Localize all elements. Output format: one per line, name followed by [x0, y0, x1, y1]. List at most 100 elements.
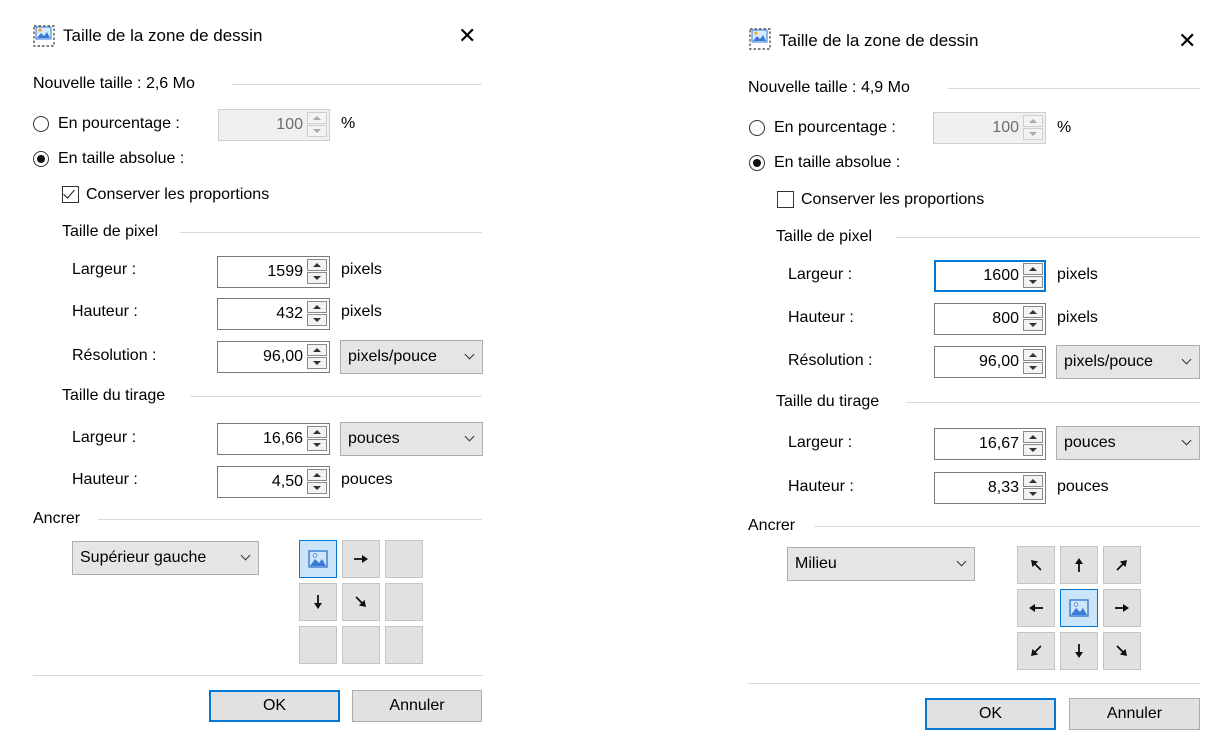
resolution-stepper[interactable]: 96,00 — [934, 346, 1046, 378]
pixel-height-stepper[interactable]: 432 — [217, 298, 330, 330]
anchor-cell[interactable] — [299, 583, 337, 621]
print-height-label: Hauteur : — [72, 471, 138, 488]
pixel-height-label: Hauteur : — [788, 309, 854, 326]
anchor-select[interactable]: Milieu — [787, 547, 975, 581]
print-height-label: Hauteur : — [788, 478, 854, 495]
anchor-cell[interactable] — [342, 626, 380, 664]
anchor-cell[interactable] — [385, 540, 423, 578]
anchor-cell[interactable] — [299, 626, 337, 664]
stepper-up-icon — [1023, 115, 1043, 127]
arrow-down-left-icon — [1026, 641, 1046, 661]
print-width-stepper[interactable]: 16,66 — [217, 423, 330, 455]
separator — [232, 84, 482, 85]
stepper-up-icon[interactable] — [1023, 431, 1043, 443]
keep-ratio-checkbox[interactable] — [62, 186, 79, 203]
stepper-up-icon[interactable] — [1023, 349, 1043, 361]
stepper-down-icon[interactable] — [1023, 276, 1043, 288]
image-anchor-icon — [306, 547, 330, 571]
anchor-cell[interactable] — [1017, 589, 1055, 627]
anchor-cell[interactable] — [342, 540, 380, 578]
close-icon[interactable]: ✕ — [1178, 30, 1196, 52]
print-size-group-label: Taille du tirage — [62, 387, 166, 404]
arrow-down-right-icon — [1112, 641, 1132, 661]
stepper-down-icon[interactable] — [1023, 319, 1043, 331]
pixel-width-stepper[interactable]: 1599 — [217, 256, 330, 288]
print-width-label: Largeur : — [72, 429, 137, 446]
chevron-down-icon — [464, 349, 475, 360]
arrow-up-right-icon — [1112, 555, 1132, 575]
anchor-cell[interactable] — [299, 540, 337, 578]
dialog-title: Taille de la zone de dessin — [779, 31, 979, 50]
new-size-label: Nouvelle taille : 2,6 Mo — [33, 75, 195, 92]
arrow-up-icon — [1069, 555, 1089, 575]
percentage-value: 100 — [992, 119, 1019, 136]
pixel-height-value: 800 — [992, 310, 1019, 327]
close-icon[interactable]: ✕ — [458, 25, 476, 47]
print-unit-select[interactable]: pouces — [340, 422, 483, 456]
print-height-stepper[interactable]: 4,50 — [217, 466, 330, 498]
chevron-down-icon — [240, 550, 251, 561]
stepper-up-icon[interactable] — [1023, 306, 1043, 318]
stepper-up-icon[interactable] — [307, 426, 327, 438]
pixel-width-label: Largeur : — [788, 266, 853, 283]
percentage-radio[interactable] — [749, 120, 765, 136]
keep-ratio-checkbox[interactable] — [777, 191, 794, 208]
print-width-label: Largeur : — [788, 434, 853, 451]
canvas-size-app-icon — [33, 25, 55, 47]
stepper-up-icon[interactable] — [307, 301, 327, 313]
percentage-radio[interactable] — [33, 116, 49, 132]
anchor-cell[interactable] — [1017, 546, 1055, 584]
anchor-cell[interactable] — [1060, 546, 1098, 584]
resolution-stepper[interactable]: 96,00 — [217, 341, 330, 373]
absolute-size-radio[interactable] — [33, 151, 49, 167]
stepper-down-icon[interactable] — [307, 482, 327, 494]
anchor-cell[interactable] — [1103, 546, 1141, 584]
separator — [948, 88, 1200, 89]
stepper-up-icon[interactable] — [307, 344, 327, 356]
anchor-cell[interactable] — [385, 583, 423, 621]
anchor-select[interactable]: Supérieur gauche — [72, 541, 259, 575]
new-size-label: Nouvelle taille : 4,9 Mo — [748, 79, 910, 96]
stepper-down-icon[interactable] — [1023, 362, 1043, 374]
stepper-down-icon[interactable] — [307, 439, 327, 451]
anchor-cell[interactable] — [1103, 589, 1141, 627]
pixel-width-stepper[interactable]: 1600 — [934, 260, 1046, 292]
chevron-down-icon — [1181, 354, 1192, 365]
arrow-right-icon — [351, 549, 371, 569]
print-unit-select[interactable]: pouces — [1056, 426, 1200, 460]
absolute-size-radio-label: En taille absolue : — [58, 150, 185, 167]
absolute-size-radio[interactable] — [749, 155, 765, 171]
cancel-button[interactable]: Annuler — [352, 690, 482, 722]
anchor-cell[interactable] — [1103, 632, 1141, 670]
print-width-stepper[interactable]: 16,67 — [934, 428, 1046, 460]
pixel-width-value: 1600 — [983, 267, 1019, 284]
stepper-down-icon[interactable] — [1023, 444, 1043, 456]
anchor-cell[interactable] — [342, 583, 380, 621]
stepper-down-icon[interactable] — [307, 314, 327, 326]
resolution-unit-select[interactable]: pixels/pouce — [1056, 345, 1200, 379]
print-height-stepper[interactable]: 8,33 — [934, 472, 1046, 504]
pixel-width-value: 1599 — [267, 263, 303, 280]
resolution-unit-select[interactable]: pixels/pouce — [340, 340, 483, 374]
anchor-cell[interactable] — [1060, 589, 1098, 627]
print-height-value: 4,50 — [271, 473, 303, 490]
cancel-button[interactable]: Annuler — [1069, 698, 1200, 730]
separator — [33, 675, 483, 676]
stepper-down-icon[interactable] — [307, 272, 327, 284]
separator — [190, 396, 482, 397]
stepper-down-icon[interactable] — [307, 357, 327, 369]
stepper-up-icon[interactable] — [307, 469, 327, 481]
canvas-size-dialog-left: Taille de la zone de dessin ✕ Nouvelle t… — [0, 0, 500, 740]
anchor-cell[interactable] — [1017, 632, 1055, 670]
stepper-up-icon[interactable] — [1023, 475, 1043, 487]
ok-button[interactable]: OK — [209, 690, 340, 722]
anchor-cell[interactable] — [385, 626, 423, 664]
stepper-down-icon[interactable] — [1023, 488, 1043, 500]
stepper-up-icon[interactable] — [1023, 263, 1043, 275]
percentage-unit: % — [341, 115, 356, 132]
pixel-height-stepper[interactable]: 800 — [934, 303, 1046, 335]
anchor-value: Milieu — [795, 555, 837, 572]
anchor-cell[interactable] — [1060, 632, 1098, 670]
ok-button[interactable]: OK — [925, 698, 1056, 730]
stepper-up-icon[interactable] — [307, 259, 327, 271]
